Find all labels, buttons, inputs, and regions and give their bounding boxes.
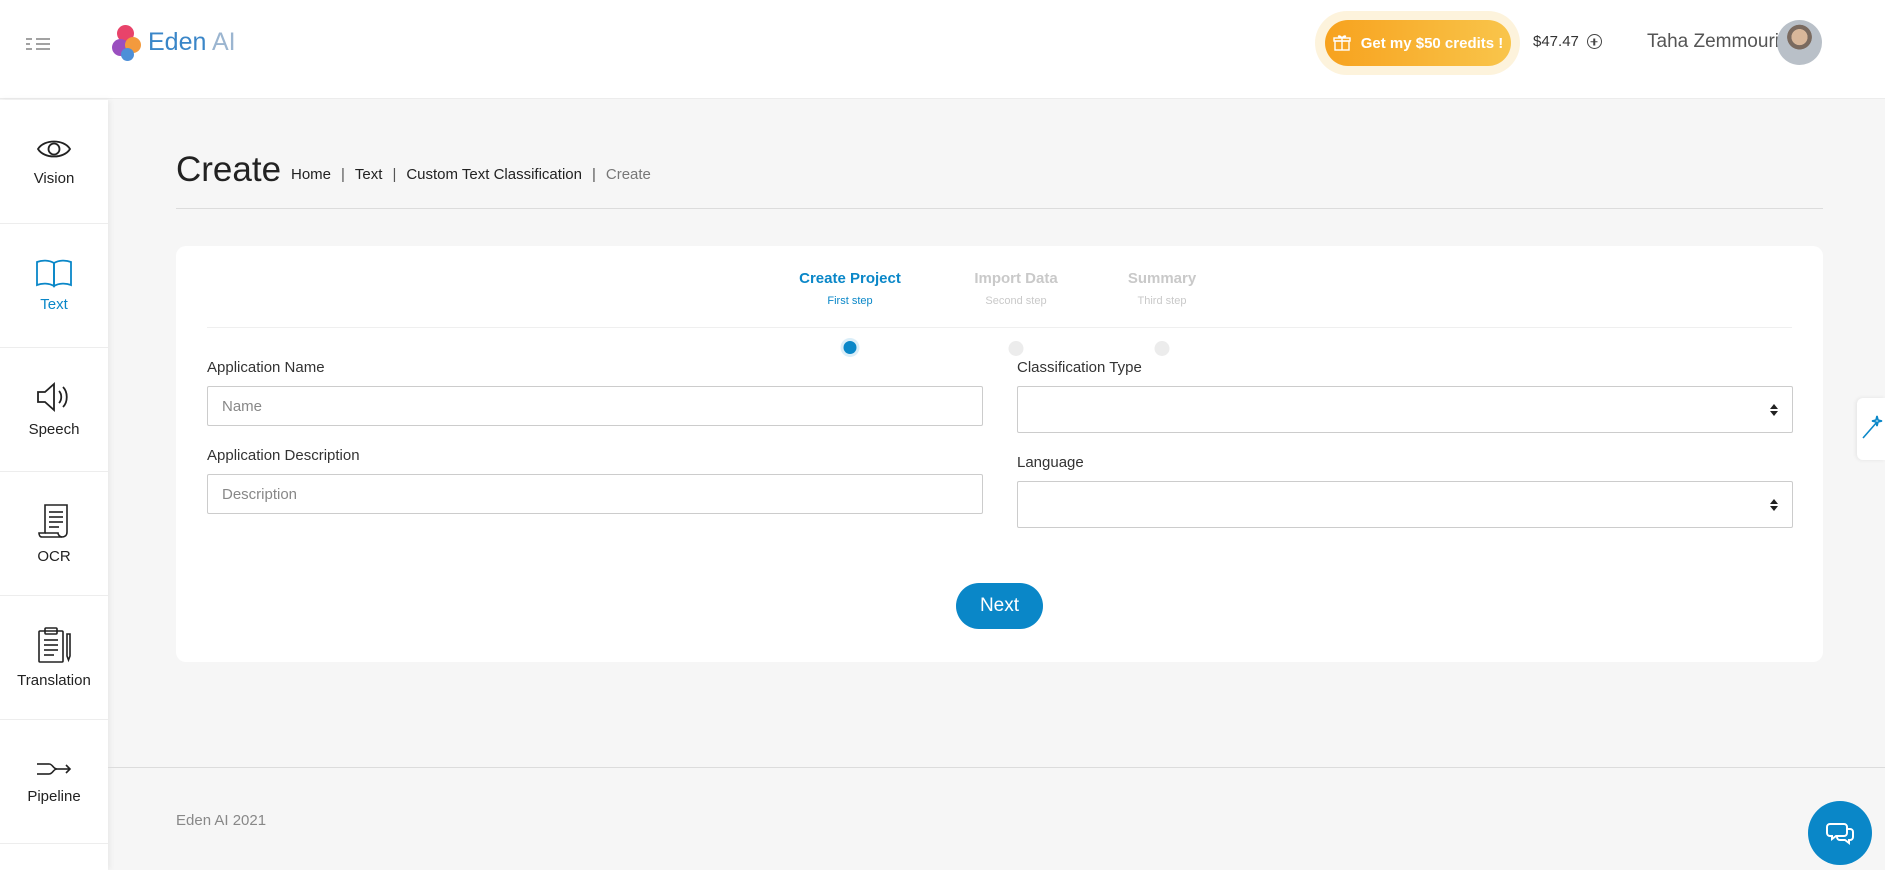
step-summary[interactable]: Summary Third step bbox=[1108, 270, 1216, 356]
step-title: Create Project bbox=[799, 270, 901, 287]
application-name-input[interactable] bbox=[207, 386, 983, 426]
sidebar-item-label: Vision bbox=[33, 170, 75, 187]
sidebar-item-label: OCR bbox=[37, 548, 71, 565]
account-balance: $47.47 bbox=[1533, 33, 1602, 50]
pipeline-icon bbox=[37, 763, 72, 775]
application-description-input[interactable] bbox=[207, 474, 983, 514]
magic-wand-icon bbox=[1862, 415, 1883, 439]
stepper-line bbox=[207, 327, 1792, 328]
step-import-data[interactable]: Import Data Second step bbox=[962, 270, 1070, 356]
sidebar-item-vision[interactable]: Vision bbox=[0, 100, 108, 224]
sidebar-item-label: Speech bbox=[28, 421, 80, 438]
step-create-project[interactable]: Create Project First step bbox=[796, 270, 904, 354]
gift-icon bbox=[1333, 35, 1351, 51]
footer-copyright: Eden AI 2021 bbox=[176, 812, 267, 829]
balance-amount: $47.47 bbox=[1533, 33, 1579, 50]
chat-widget-button[interactable] bbox=[1808, 801, 1872, 865]
breadcrumb: Home | Text | Custom Text Classification… bbox=[291, 166, 651, 183]
speaker-icon bbox=[37, 381, 68, 413]
title-divider bbox=[176, 208, 1823, 209]
breadcrumb-current: Create bbox=[605, 166, 651, 183]
sidebar-item-label: Text bbox=[40, 296, 68, 313]
step-indicator-dot bbox=[1154, 341, 1170, 356]
sidebar-item-label: Translation bbox=[17, 672, 91, 689]
application-name-label: Application Name bbox=[207, 359, 325, 376]
scroll-icon bbox=[38, 504, 68, 538]
logo-text-ai: AI bbox=[211, 27, 236, 56]
eye-icon bbox=[36, 140, 72, 158]
sidebar-item-speech[interactable]: Speech bbox=[0, 348, 108, 472]
classification-type-select[interactable] bbox=[1017, 386, 1793, 433]
clipboard-icon bbox=[38, 627, 71, 663]
sidebar-item-text[interactable]: Text bbox=[0, 224, 108, 348]
breadcrumb-text[interactable]: Text bbox=[355, 166, 383, 183]
user-avatar[interactable] bbox=[1777, 20, 1822, 65]
book-icon bbox=[36, 259, 72, 288]
user-name[interactable]: Taha Zemmouri bbox=[1647, 31, 1779, 53]
get-credits-label: Get my $50 credits ! bbox=[1360, 34, 1504, 52]
page-title: Create bbox=[176, 150, 282, 189]
step-title: Import Data bbox=[974, 270, 1058, 287]
sidebar-item-ocr[interactable]: OCR bbox=[0, 472, 108, 596]
step-subtitle: Third step bbox=[1137, 295, 1187, 307]
get-credits-button[interactable]: Get my $50 credits ! bbox=[1325, 20, 1511, 66]
select-arrows-icon bbox=[1770, 403, 1778, 416]
logo-mark-icon bbox=[112, 22, 146, 62]
breadcrumb-separator: | bbox=[341, 166, 345, 183]
select-arrows-icon bbox=[1770, 498, 1778, 511]
menu-toggle-icon[interactable] bbox=[24, 34, 52, 54]
step-indicator-dot bbox=[843, 341, 857, 354]
next-button[interactable]: Next bbox=[956, 583, 1043, 629]
application-description-label: Application Description bbox=[207, 447, 360, 464]
chat-bubbles-icon bbox=[1826, 823, 1854, 845]
classification-type-label: Classification Type bbox=[1017, 359, 1142, 376]
sidebar-item-pipeline[interactable]: Pipeline bbox=[0, 720, 108, 844]
step-subtitle: Second step bbox=[985, 295, 1047, 307]
top-header: Eden AI Get my $50 credits ! $47.47 Taha… bbox=[0, 0, 1885, 99]
breadcrumb-custom-text-classification[interactable]: Custom Text Classification bbox=[406, 166, 582, 183]
step-title: Summary bbox=[1127, 270, 1197, 287]
step-indicator-dot bbox=[1008, 341, 1024, 356]
eden-ai-logo[interactable]: Eden AI bbox=[112, 22, 236, 62]
plus-circle-icon[interactable] bbox=[1586, 34, 1602, 49]
sidebar-nav: Vision Text Speech OCR Translation Pipel… bbox=[0, 100, 108, 870]
language-label: Language bbox=[1017, 454, 1084, 471]
create-project-card: Create Project First step Import Data Se… bbox=[176, 246, 1823, 662]
breadcrumb-separator: | bbox=[392, 166, 397, 183]
logo-text: Eden bbox=[148, 27, 207, 56]
footer-divider bbox=[108, 767, 1885, 768]
breadcrumb-home[interactable]: Home bbox=[291, 166, 331, 183]
sidebar-item-label: Pipeline bbox=[27, 788, 81, 805]
step-subtitle: First step bbox=[827, 295, 873, 307]
language-select[interactable] bbox=[1017, 481, 1793, 528]
breadcrumb-separator: | bbox=[591, 166, 596, 183]
magic-wand-tab[interactable] bbox=[1857, 398, 1885, 460]
sidebar-item-translation[interactable]: Translation bbox=[0, 596, 108, 720]
